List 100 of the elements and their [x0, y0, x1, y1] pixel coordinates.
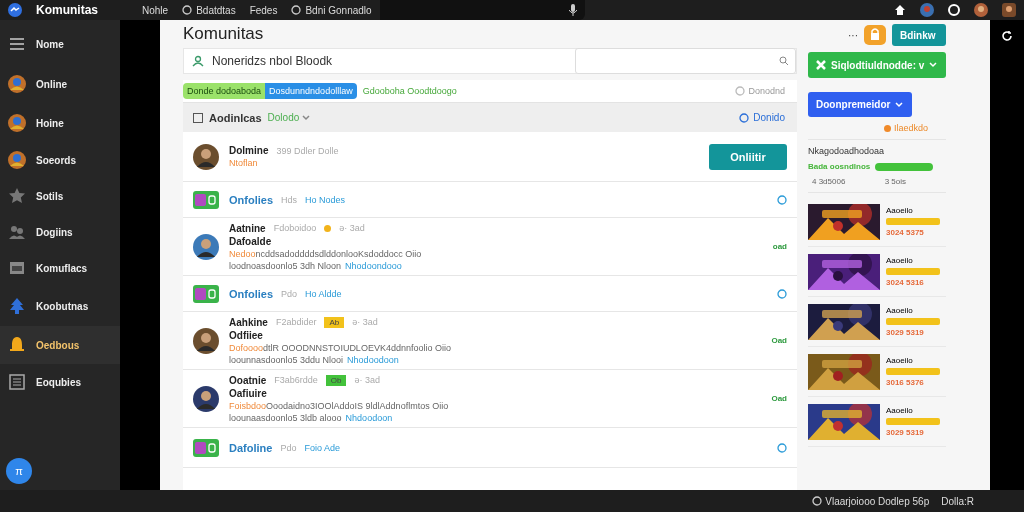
filter-chip[interactable]: Donde dodoaboda [183, 83, 266, 99]
sidebar-item[interactable]: Dogiins [0, 214, 120, 250]
fab-button[interactable]: π [6, 458, 32, 484]
progress-pill [875, 162, 934, 171]
post-time: ə· 3ad [339, 223, 365, 233]
author-name: Aahkine [229, 316, 268, 328]
action-button[interactable]: Onliitir [709, 143, 787, 170]
avatar [193, 233, 219, 260]
game-number: 3024 5316 [886, 278, 925, 287]
group-icon [8, 223, 26, 241]
sidebar-item[interactable]: Online [0, 64, 120, 104]
window-icon [8, 259, 26, 277]
section-title: Nkagodoadhodoaa [808, 146, 886, 156]
search-field[interactable] [575, 48, 796, 74]
post-lead: Dofoooo [229, 342, 264, 353]
post-lead: Foisbdoo [229, 400, 267, 411]
status-label: oad [772, 242, 787, 251]
link-title[interactable]: Dafoline [229, 441, 273, 454]
avatar[interactable] [1002, 3, 1016, 17]
primary-button[interactable]: Bdinkw [892, 24, 946, 46]
sidebar-item[interactable]: Soeords [0, 142, 120, 178]
post-text: Ooodaidno3IOOlAddoIS 9ldlAddnoflmtos Oiio [266, 400, 449, 411]
sidebar-item[interactable]: Eoqubies [0, 364, 120, 400]
tree-icon [8, 297, 26, 315]
game-badge-icon [193, 284, 219, 303]
link-title[interactable]: Onfolies [229, 287, 273, 300]
game-title[interactable]: Aaoeilo [886, 406, 940, 415]
list-title: Aodinlcas [209, 111, 262, 124]
post-text: loounnasdoonlo5 3ddu Nlooi [229, 354, 344, 365]
home-icon[interactable] [894, 4, 906, 16]
post-text: ncddsadoddddsdlddonlooKsdoddocc Oiio [255, 248, 422, 259]
dot-icon [883, 124, 891, 132]
circle-icon [291, 5, 302, 15]
game-number: 3024 5375 [886, 228, 925, 237]
search-icon [779, 56, 789, 66]
author-name: Dolmine [229, 145, 269, 156]
rating-bar [886, 418, 940, 425]
rating-bar [886, 218, 940, 225]
post-meta: 399 Ddler Dolle [276, 145, 339, 156]
link-meta: Pdo [281, 288, 298, 299]
target-icon [735, 86, 746, 96]
link-title[interactable]: Onfolies [229, 193, 273, 206]
post-text: loounaasdoonlo5 3ldb alooo [229, 412, 342, 423]
more-icon[interactable]: ··· [848, 29, 858, 41]
link-meta: Pdo [280, 442, 297, 453]
game-title[interactable]: Aaoeilo [886, 356, 940, 365]
game-number: 3029 5319 [886, 328, 925, 337]
author-role: Ntoflan [229, 158, 259, 168]
status-label: Oad [771, 394, 787, 403]
link-meta: Hds [281, 194, 298, 205]
tag: Ab [324, 316, 345, 328]
status-label: Oad [771, 336, 787, 345]
logo-icon [8, 3, 22, 17]
caret-icon [929, 62, 938, 68]
star-icon [8, 187, 26, 205]
avatar [193, 143, 219, 170]
post-text: dtlR OOODNNSTOIUDLOEVK4ddnnfoolio Oiio [263, 342, 451, 353]
status-text: Dolla:R [941, 495, 974, 507]
sidebar-item[interactable]: Sotils [0, 178, 120, 214]
menu-icon [8, 35, 26, 53]
avatar [8, 75, 26, 93]
author-name: Dafoalde [229, 235, 273, 247]
nav-link[interactable]: Fedes [249, 4, 278, 16]
game-title[interactable]: Aaoeilo [886, 206, 940, 215]
view-dropdown[interactable]: Donido [739, 112, 785, 123]
caret-icon [302, 115, 311, 121]
avatar [193, 385, 219, 412]
post-time: ə· 3ad [352, 317, 378, 327]
post-text: loodnoasdoonlo5 3dh Nloon [229, 260, 342, 271]
sidebar-item[interactable]: Oedbous [0, 326, 120, 364]
dropdown-button[interactable]: Doonpremeidor [808, 92, 912, 117]
status-text: Vlaarjoiooo Dodlep 56p [825, 495, 930, 507]
author-name: Oafiuire [229, 387, 268, 399]
nav-link[interactable]: Bdatdtas [182, 4, 236, 16]
sidebar-item[interactable]: Nome [0, 24, 120, 64]
search-label: Noneridzs nbol Bloodk [212, 54, 334, 68]
nav-link[interactable]: Nohle [142, 4, 169, 16]
nav-link[interactable]: Bdni Gonnadlo [291, 4, 372, 16]
sidebar-item[interactable]: Komuflacs [0, 250, 120, 286]
caret-icon [895, 101, 904, 108]
stat-label: Bada oosndlnos [808, 162, 871, 171]
bell-icon [8, 336, 26, 354]
checkbox[interactable] [193, 112, 203, 123]
game-badge-icon [193, 438, 219, 457]
sidebar-item[interactable]: Koobutnas [0, 286, 120, 326]
avatar [193, 327, 219, 354]
post-meta: Fdoboidoo [273, 223, 317, 233]
game-title[interactable]: Aaoeilo [886, 306, 940, 315]
game-title[interactable]: Aaoeilo [886, 256, 940, 265]
avatar[interactable] [974, 3, 988, 17]
avatar [8, 151, 26, 169]
game-number: 3029 5319 [886, 428, 925, 437]
post-meta: F2abdider [275, 317, 317, 327]
sidebar-item[interactable]: Hoine [0, 104, 120, 142]
search-field[interactable] [379, 0, 585, 20]
post-meta: F3ab6rdde [274, 375, 318, 385]
post-time: ə· 3ad [354, 375, 380, 385]
people-icon [192, 55, 204, 67]
avatar [8, 114, 26, 132]
circle-icon [182, 5, 193, 15]
